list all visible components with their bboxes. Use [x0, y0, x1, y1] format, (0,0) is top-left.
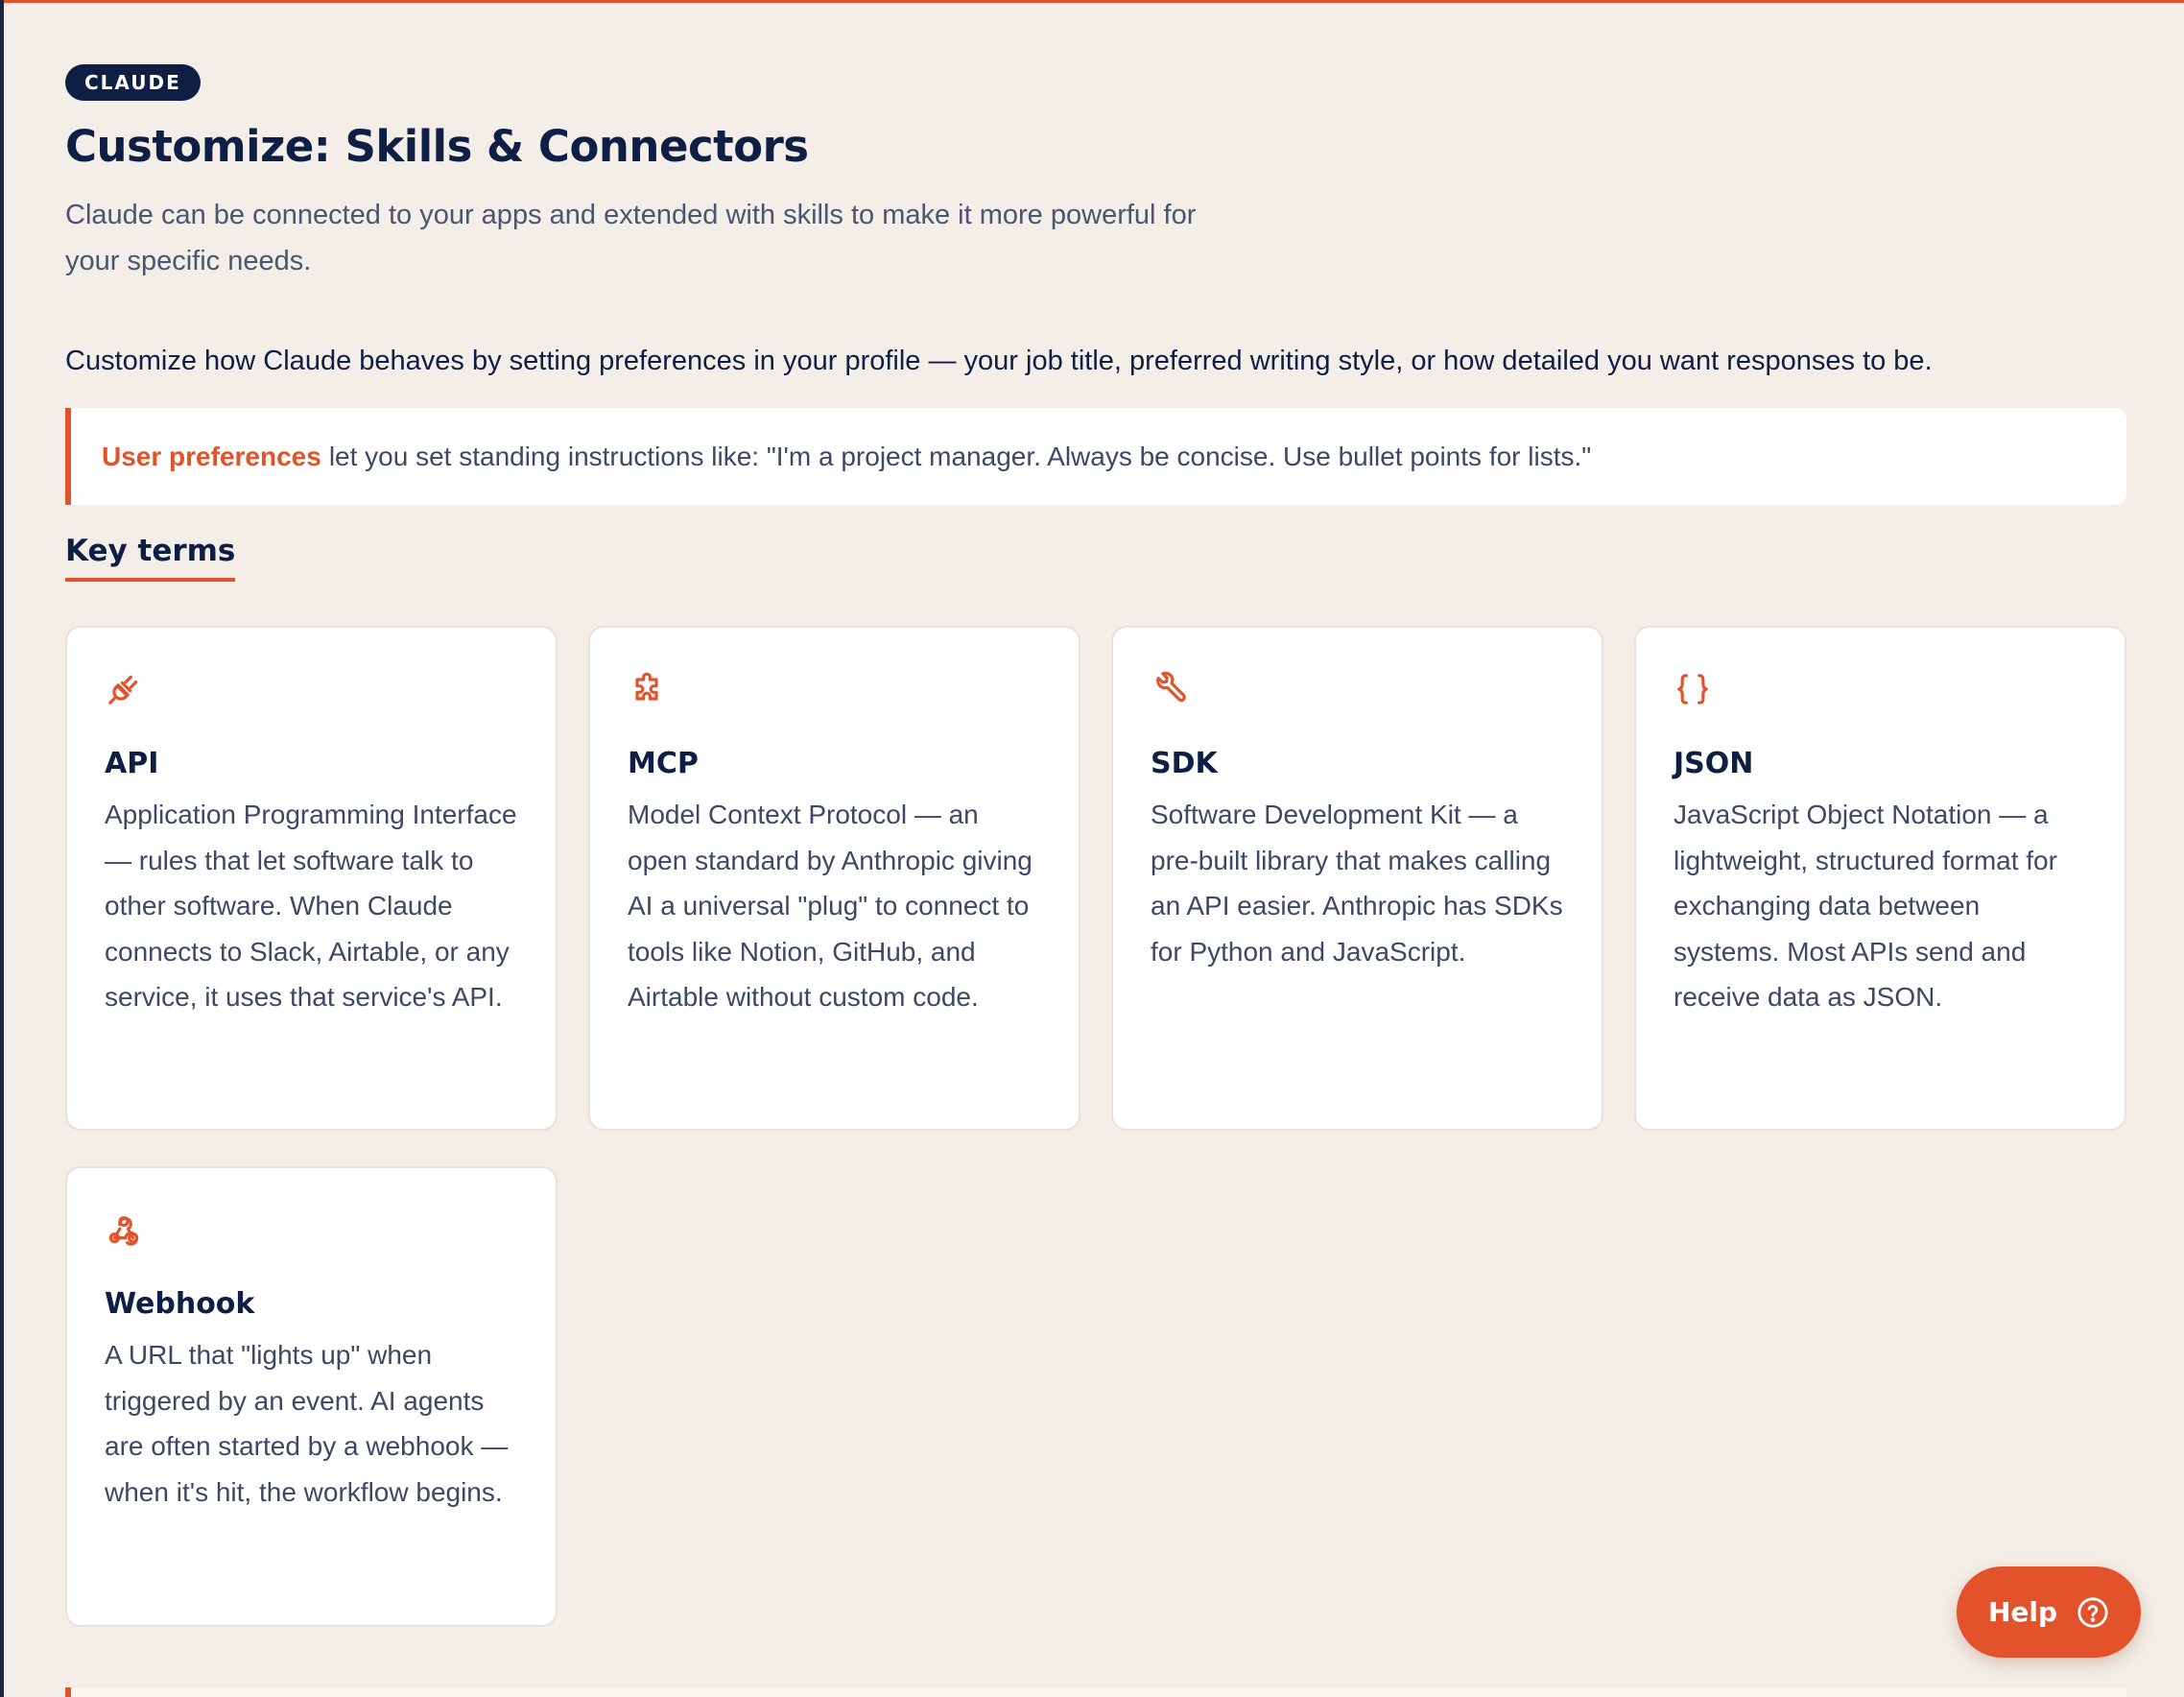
term-title: API: [105, 747, 159, 780]
term-description: Application Programming Interface — rule…: [105, 800, 517, 1012]
term-description: A URL that "lights up" when triggered by…: [105, 1340, 509, 1507]
wrench-icon: [1151, 670, 1189, 708]
term-card-mcp: MCP Model Context Protocol — an open sta…: [588, 626, 1080, 1131]
next-callout-edge: [65, 1687, 2126, 1697]
plug-icon: [105, 670, 143, 708]
callout-highlight: User preferences: [102, 441, 321, 471]
help-button[interactable]: Help: [1957, 1566, 2141, 1658]
braces-icon: [1674, 670, 1712, 708]
product-badge: CLAUDE: [65, 64, 201, 101]
term-card-json: JSON JavaScript Object Notation — a ligh…: [1634, 626, 2126, 1131]
term-title: MCP: [628, 747, 699, 780]
key-terms-heading: Key terms: [65, 534, 236, 582]
left-accent-rule: [0, 0, 4, 1697]
term-description: Software Development Kit — a pre-built l…: [1151, 800, 1563, 967]
term-title: SDK: [1151, 747, 1218, 780]
top-accent-rule: [0, 0, 2184, 3]
term-description: Model Context Protocol — an open standar…: [628, 800, 1033, 1012]
term-card-webhook: Webhook A URL that "lights up" when trig…: [65, 1166, 558, 1627]
term-title: JSON: [1674, 747, 1754, 780]
callout-text: let you set standing instructions like: …: [328, 441, 1592, 471]
user-preferences-callout: User preferences let you set standing in…: [65, 408, 2126, 505]
term-card-api: API Application Programming Interface — …: [65, 626, 558, 1131]
help-button-label: Help: [1987, 1596, 2058, 1628]
puzzle-icon: [628, 670, 666, 708]
term-description: JavaScript Object Notation — a lightweig…: [1674, 800, 2057, 1012]
intro-text: Customize how Claude behaves by setting …: [65, 346, 1933, 376]
term-card-sdk: SDK Software Development Kit — a pre-bui…: [1111, 626, 1603, 1131]
term-title: Webhook: [105, 1287, 255, 1321]
question-circle-icon: [2077, 1596, 2108, 1628]
page-subtitle: Claude can be connected to your apps and…: [65, 200, 1197, 276]
webhook-icon: [105, 1210, 143, 1249]
page-title: Customize: Skills & Connectors: [65, 121, 809, 172]
